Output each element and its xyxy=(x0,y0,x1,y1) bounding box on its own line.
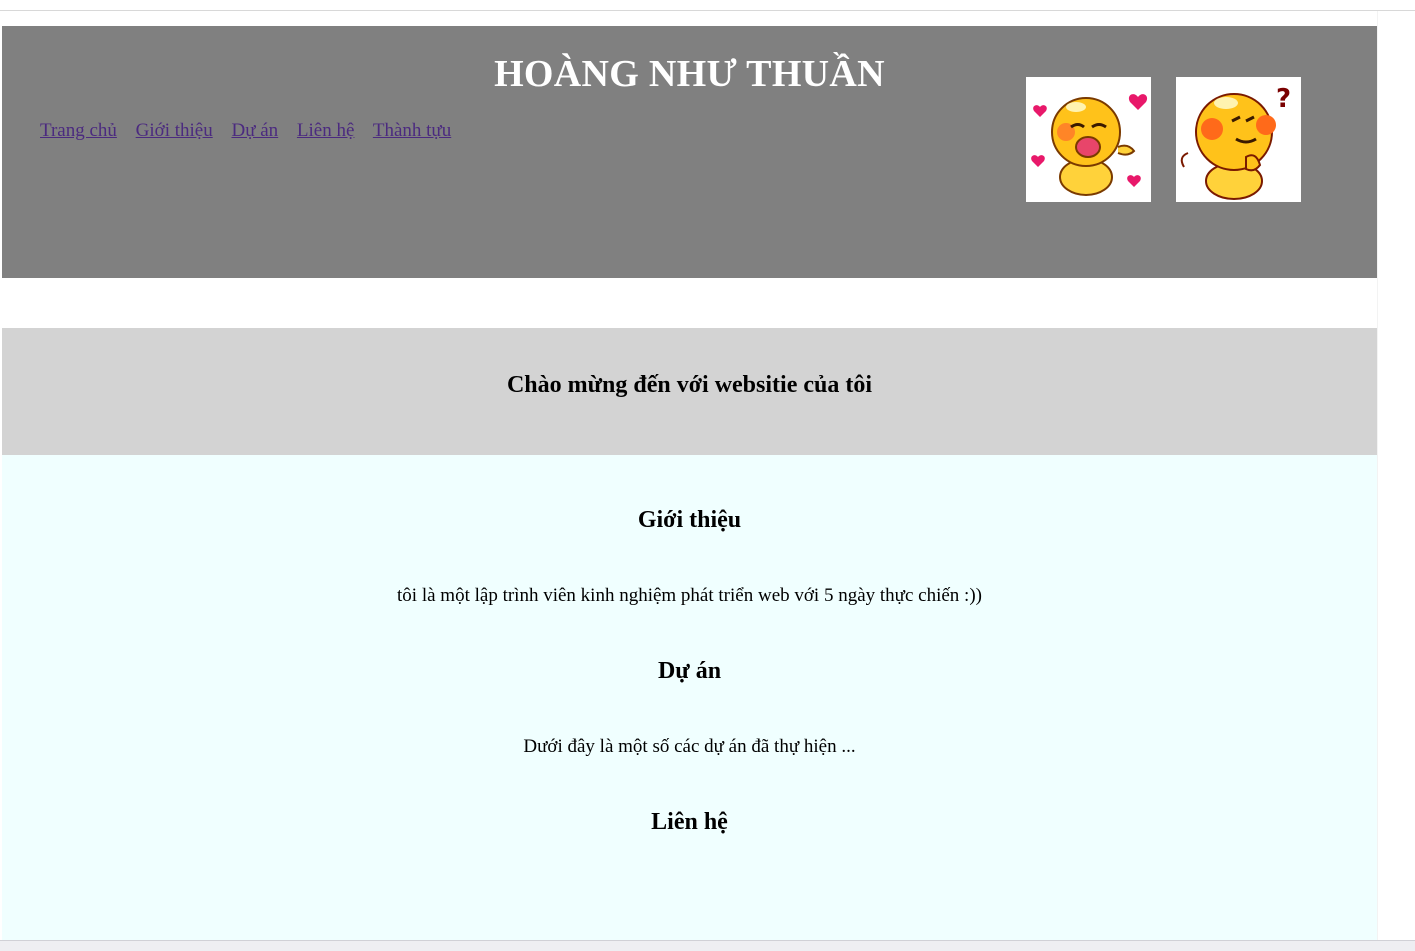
window-bottom-bar xyxy=(0,940,1415,951)
site-header: HOÀNG NHƯ THUẦN Trang chủ Giới thiệu Dự … xyxy=(2,26,1377,278)
projects-text: Dưới đây là một số các dự án đã thự hiện… xyxy=(523,736,856,757)
site-title: HOÀNG NHƯ THUẦN xyxy=(494,53,885,95)
nav-link-home[interactable]: Trang chủ xyxy=(40,120,117,141)
main-content: Giới thiệu tôi là một lập trình viên kin… xyxy=(2,455,1377,940)
contact-heading: Liên hệ xyxy=(651,809,728,835)
nav-link-contact[interactable]: Liên hệ xyxy=(297,120,355,141)
main-nav: Trang chủ Giới thiệu Dự án Liên hệ Thành… xyxy=(40,120,465,142)
nav-link-about[interactable]: Giới thiệu xyxy=(136,120,213,141)
nav-link-achievements[interactable]: Thành tựu xyxy=(373,120,451,141)
window-top-border xyxy=(0,10,1415,11)
nav-link-projects[interactable]: Dự án xyxy=(231,120,278,141)
welcome-banner: Chào mừng đến với websitie của tôi xyxy=(2,328,1377,455)
projects-heading: Dự án xyxy=(657,658,722,684)
intro-text: tôi là một lập trình viên kinh nghiệm ph… xyxy=(397,585,982,606)
love-sticker-icon xyxy=(1026,77,1151,202)
svg-text:?: ? xyxy=(1276,84,1291,114)
thinking-sticker-icon: ? xyxy=(1176,77,1301,202)
intro-heading: Giới thiệu xyxy=(637,507,742,533)
window-right-gutter xyxy=(1377,11,1415,941)
welcome-heading: Chào mừng đến với websitie của tôi xyxy=(506,372,873,398)
